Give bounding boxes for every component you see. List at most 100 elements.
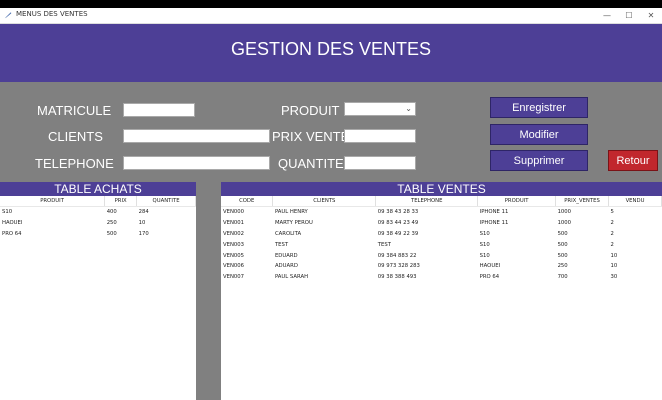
table-row[interactable]: PRO 64 500 170 [0,229,196,240]
table-cell: IPHONE 11 [479,209,509,216]
table-cell: CAROLITA [274,230,302,237]
quantite-label: QUANTITE [278,156,344,171]
table-cell: 400 [106,209,117,216]
table-cell: 09 38 388 493 [377,274,417,281]
telephone-label: TELEPHONE [35,156,114,171]
table-row[interactable]: VEN003 TEST TEST S10 500 2 [221,239,662,250]
column-header[interactable]: CLIENTS [272,196,377,207]
table-cell: PRO 64 [479,274,500,281]
table-cell: VEN007 [223,274,245,281]
table-cell: 10 [610,263,618,270]
table-cell: VEN006 [223,263,245,270]
table-cell: 1000 [557,220,572,227]
table-cell: PRO 64 [2,230,22,237]
table-cell: PAUL HENRY [274,209,308,216]
table-cell: S10 [479,252,490,259]
table-cell: 1000 [557,209,572,216]
table-cell: 2 [610,230,614,237]
table-cell: 10 [138,220,146,227]
table-cell: 2 [610,220,614,227]
window-title: MENUS DES VENTES [16,10,88,18]
table-cell: VEN002 [223,230,245,237]
table-ventes-title: TABLE VENTES [221,182,662,196]
table-row[interactable]: VEN007 PAUL SARAH 09 38 388 493 PRO 64 700 30 [221,272,662,283]
table-cell: 09 38 49 22 39 [377,230,419,237]
table-cell: TEST [377,241,391,248]
table-cell: 500 [106,230,117,237]
table-cell: VEN005 [223,252,245,259]
column-header[interactable]: QUANTITE [136,196,196,207]
enregistrer-button[interactable]: Enregistrer [490,97,588,118]
quantite-input[interactable] [344,156,416,170]
produit-label: PRODUIT [281,103,340,118]
table-cell: 170 [138,230,149,237]
table-cell: S10 [2,209,13,216]
table-cell: VEN001 [223,220,245,227]
table-achats-panel[interactable]: PRODUIT PRIX QUANTITE S10 400 284 HAOUEI 250 10… [0,196,196,400]
header-banner: GESTION DES VENTES [0,24,662,82]
feather-icon [4,12,12,19]
table-row[interactable]: VEN006 ADUARD 09 973 328 283 HAOUEI 250 10 [221,261,662,272]
modifier-button[interactable]: Modifier [490,124,588,145]
column-header[interactable]: CODE [221,196,274,207]
clients-label: CLIENTS [48,129,103,144]
column-header[interactable]: PRIX_VENTES [555,196,610,207]
table-cell: 10 [610,252,618,259]
table-cell: MARTY PEROU [274,220,313,227]
table-achats-title: TABLE ACHATS [0,182,196,196]
column-header[interactable]: TELEPHONE [375,196,479,207]
table-cell: 09 384 883 22 [377,252,417,259]
table-cell: 500 [557,241,568,248]
table-cell: 2 [610,241,614,248]
table-cell: S10 [479,241,490,248]
table-cell: 5 [610,209,614,216]
table-cell: 500 [557,230,568,237]
matricule-input[interactable] [123,103,195,117]
table-row[interactable]: S10 400 284 [0,207,196,218]
table-cell: IPHONE 11 [479,220,509,227]
table-ventes-panel[interactable]: CODE CLIENTS TELEPHONE PRODUIT PRIX_VENTES VE… [221,196,662,400]
close-button[interactable]: ✕ [640,8,662,23]
column-header[interactable]: VENDU [608,196,662,207]
table-cell: VEN003 [223,241,245,248]
minimize-button[interactable]: — [596,8,618,23]
column-header[interactable]: PRODUIT [477,196,557,207]
produit-select[interactable]: ⌄ [344,102,416,116]
maximize-button[interactable]: ☐ [618,8,640,23]
table-row[interactable]: VEN002 CAROLITA 09 38 49 22 39 S10 500 2 [221,229,662,240]
table-cell: 250 [557,263,568,270]
table-cell: 700 [557,274,568,281]
retour-button[interactable]: Retour [608,150,658,171]
table-cell: 09 38 43 28 33 [377,209,419,216]
table-cell: 250 [106,220,117,227]
table-cell: S10 [479,230,490,237]
table-cell: 30 [610,274,618,281]
table-cell: PAUL SARAH [274,274,309,281]
table-cell: 09 973 328 283 [377,263,420,270]
prix-vente-input[interactable] [344,129,416,143]
page-title: GESTION DES VENTES [230,39,432,59]
table-cell: ADUARD [274,263,298,270]
table-row[interactable]: VEN000 PAUL HENRY 09 38 43 28 33 IPHONE 11 1… [221,207,662,218]
chevron-down-icon: ⌄ [405,104,412,113]
column-header[interactable]: PRIX [104,196,138,207]
table-row[interactable]: VEN005 EDUARD 09 384 883 22 S10 500 10 [221,250,662,261]
table-cell: 09 83 44 23 49 [377,220,419,227]
prix-vente-label: PRIX VENTE [272,129,350,144]
table-cell: 500 [557,252,568,259]
telephone-input[interactable] [123,156,270,170]
table-row[interactable]: HAOUEI 250 10 [0,218,196,229]
table-cell: 284 [138,209,149,216]
supprimer-button[interactable]: Supprimer [490,150,588,171]
table-cell: TEST [274,241,289,248]
table-ventes: CODE CLIENTS TELEPHONE PRODUIT PRIX_VENTES VE… [221,196,662,283]
table-achats: PRODUIT PRIX QUANTITE S10 400 284 HAOUEI 250 10… [0,196,196,239]
table-row[interactable]: VEN001 MARTY PEROU 09 83 44 23 49 IPHONE 11… [221,218,662,229]
app-window: MENUS DES VENTES — ☐ ✕ GESTION DES VENTE… [0,8,662,400]
title-bar: MENUS DES VENTES — ☐ ✕ [0,8,662,24]
table-cell: VEN000 [223,209,245,216]
column-header[interactable]: PRODUIT [0,196,106,207]
clients-input[interactable] [123,129,270,143]
table-cell: HAOUEI [479,263,501,270]
table-cell: HAOUEI [2,220,23,227]
